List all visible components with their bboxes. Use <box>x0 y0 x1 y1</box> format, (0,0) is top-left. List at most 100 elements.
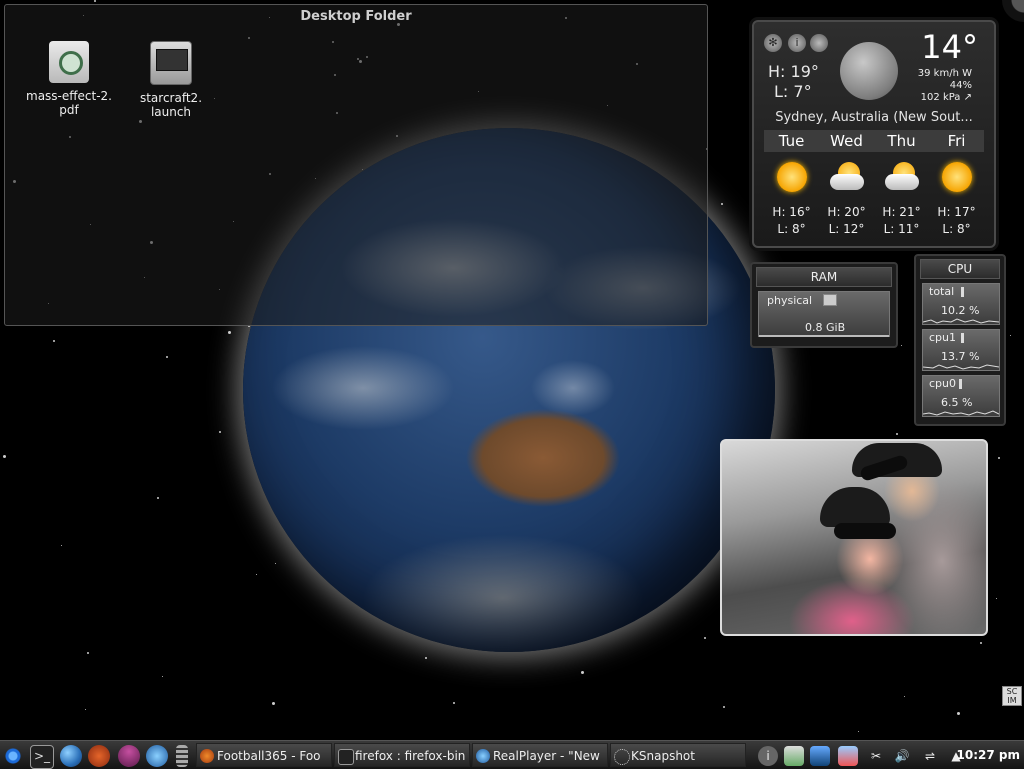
cpu-label: cpu0 <box>929 377 957 390</box>
weather-location: Sydney, Australia (New Sout... <box>775 110 973 125</box>
cpu-total-meter: total 10.2 % <box>922 283 1000 325</box>
forecast-high: H: 20° <box>827 205 866 219</box>
star <box>904 696 905 697</box>
forecast-low: L: 8° <box>942 222 971 236</box>
star <box>272 702 275 705</box>
star <box>1010 335 1011 336</box>
update-notifier-icon[interactable] <box>784 746 804 766</box>
task-label: KSnapshot <box>631 749 695 763</box>
photo-sunglasses <box>834 523 896 539</box>
task-realplayer[interactable]: RealPlayer - "New <box>472 743 608 767</box>
pressure: 102 kPa ↗ <box>920 92 972 103</box>
sunny-icon <box>941 162 972 192</box>
ram-title: RAM <box>756 267 892 287</box>
star <box>166 356 168 358</box>
file-mass-effect-pdf[interactable]: mass-effect-2. pdf <box>19 41 119 117</box>
weather-widget: ✻ i H: 19° L: 7° 14° 39 km/h W 44% 102 k… <box>752 20 996 248</box>
globe-icon[interactable] <box>810 34 828 52</box>
firefox-icon <box>200 749 214 763</box>
file-label-line1: mass-effect-2. <box>26 89 112 103</box>
forecast-temp-thu: H: 21° L: 11° <box>874 204 929 238</box>
star <box>256 574 257 575</box>
star <box>61 545 62 546</box>
forecast-temp-wed: H: 20° L: 12° <box>819 204 874 238</box>
volume-icon[interactable]: 🔊 <box>892 746 912 766</box>
task-label: RealPlayer - "New <box>493 749 600 763</box>
globe-icon[interactable] <box>60 745 82 767</box>
today-low: L: 7° <box>774 82 812 101</box>
star <box>3 455 6 458</box>
desktop-folder-widget: Desktop Folder mass-effect-2. pdf starcr… <box>4 4 708 326</box>
cpu1-meter: cpu1 13.7 % <box>922 329 1000 371</box>
task-football365[interactable]: Football365 - Foo <box>196 743 332 767</box>
moon-icon <box>840 42 898 100</box>
terminal-icon[interactable]: >_ <box>30 745 54 769</box>
star <box>94 0 96 2</box>
sunny-icon <box>776 162 807 192</box>
task-ksnapshot[interactable]: KSnapshot <box>610 743 746 767</box>
weather-tray-icon[interactable] <box>838 746 858 766</box>
star <box>723 706 725 708</box>
current-temperature: 14° <box>921 28 978 66</box>
cpu-usage-bar <box>961 333 964 343</box>
forecast-high: H: 21° <box>882 205 921 219</box>
star <box>998 457 1000 459</box>
pdf-document-icon <box>49 41 89 83</box>
star <box>228 331 231 334</box>
star <box>275 563 276 564</box>
star <box>53 340 55 342</box>
pager-icon[interactable] <box>176 745 188 767</box>
clock[interactable]: 10:27 pm <box>957 741 1020 769</box>
realplayer-icon <box>476 749 490 763</box>
scissors-icon[interactable]: ✂ <box>866 746 886 766</box>
task-firefox-terminal[interactable]: firefox : firefox-bin <box>334 743 470 767</box>
weather-settings-icon[interactable]: ✻ <box>764 34 782 52</box>
info-icon[interactable]: i <box>788 34 806 52</box>
partly-cloudy-icon <box>829 162 864 192</box>
star <box>87 652 89 654</box>
picture-frame-widget[interactable] <box>720 439 988 636</box>
star <box>901 345 902 346</box>
file-label-line2: launch <box>150 105 192 119</box>
launcher-icon <box>150 41 192 85</box>
sc-im-widget-icon[interactable]: SC IM <box>1002 686 1022 706</box>
task-label: firefox : firefox-bin <box>355 749 466 763</box>
star <box>581 671 584 674</box>
network-monitor-icon[interactable] <box>810 746 830 766</box>
info-icon[interactable]: i <box>758 746 778 766</box>
taskbar: >_ Football365 - Foo firefox : firefox-b… <box>0 740 1024 769</box>
forecast-day: Wed <box>830 132 863 150</box>
humidity: 44% <box>949 80 972 91</box>
star <box>858 731 859 732</box>
usb-device-icon[interactable]: ⇌ <box>920 746 940 766</box>
star <box>996 598 997 599</box>
star <box>896 433 898 435</box>
ram-label: physical <box>767 294 813 307</box>
star <box>453 702 455 704</box>
star <box>980 642 982 644</box>
mushroom-icon[interactable] <box>118 745 140 767</box>
realplayer-icon[interactable] <box>146 745 168 767</box>
forecast-day: Fri <box>947 132 966 150</box>
ksnapshot-icon <box>614 749 630 765</box>
forecast-temp-fri: H: 17° L: 8° <box>929 204 984 238</box>
star <box>957 712 960 715</box>
forecast-temps: H: 16° L: 8° H: 20° L: 12° H: 21° L: 11° H:… <box>764 204 984 238</box>
kmenu-icon[interactable] <box>2 745 24 767</box>
cpu-monitor-widget: CPU total 10.2 % cpu1 13.7 % cpu0 6.5 % <box>914 254 1006 426</box>
today-high: H: 19° <box>768 62 819 81</box>
firefox-icon[interactable] <box>88 745 110 767</box>
cpu-title: CPU <box>920 259 1000 279</box>
folder-title: Desktop Folder <box>300 9 412 24</box>
ram-graph-line <box>759 335 889 337</box>
cpu-label: total <box>929 285 955 298</box>
cpu-label: cpu1 <box>929 331 957 344</box>
cpu-history-graph <box>923 318 999 324</box>
forecast-low: L: 8° <box>777 222 806 236</box>
ram-usage-bar <box>823 294 837 306</box>
file-starcraft2-launch[interactable]: starcraft2. launch <box>121 41 221 119</box>
forecast-low: L: 12° <box>828 222 865 236</box>
file-label-line2: pdf <box>59 103 79 117</box>
photo-hair <box>820 487 890 527</box>
forecast-day: Thu <box>887 132 916 150</box>
